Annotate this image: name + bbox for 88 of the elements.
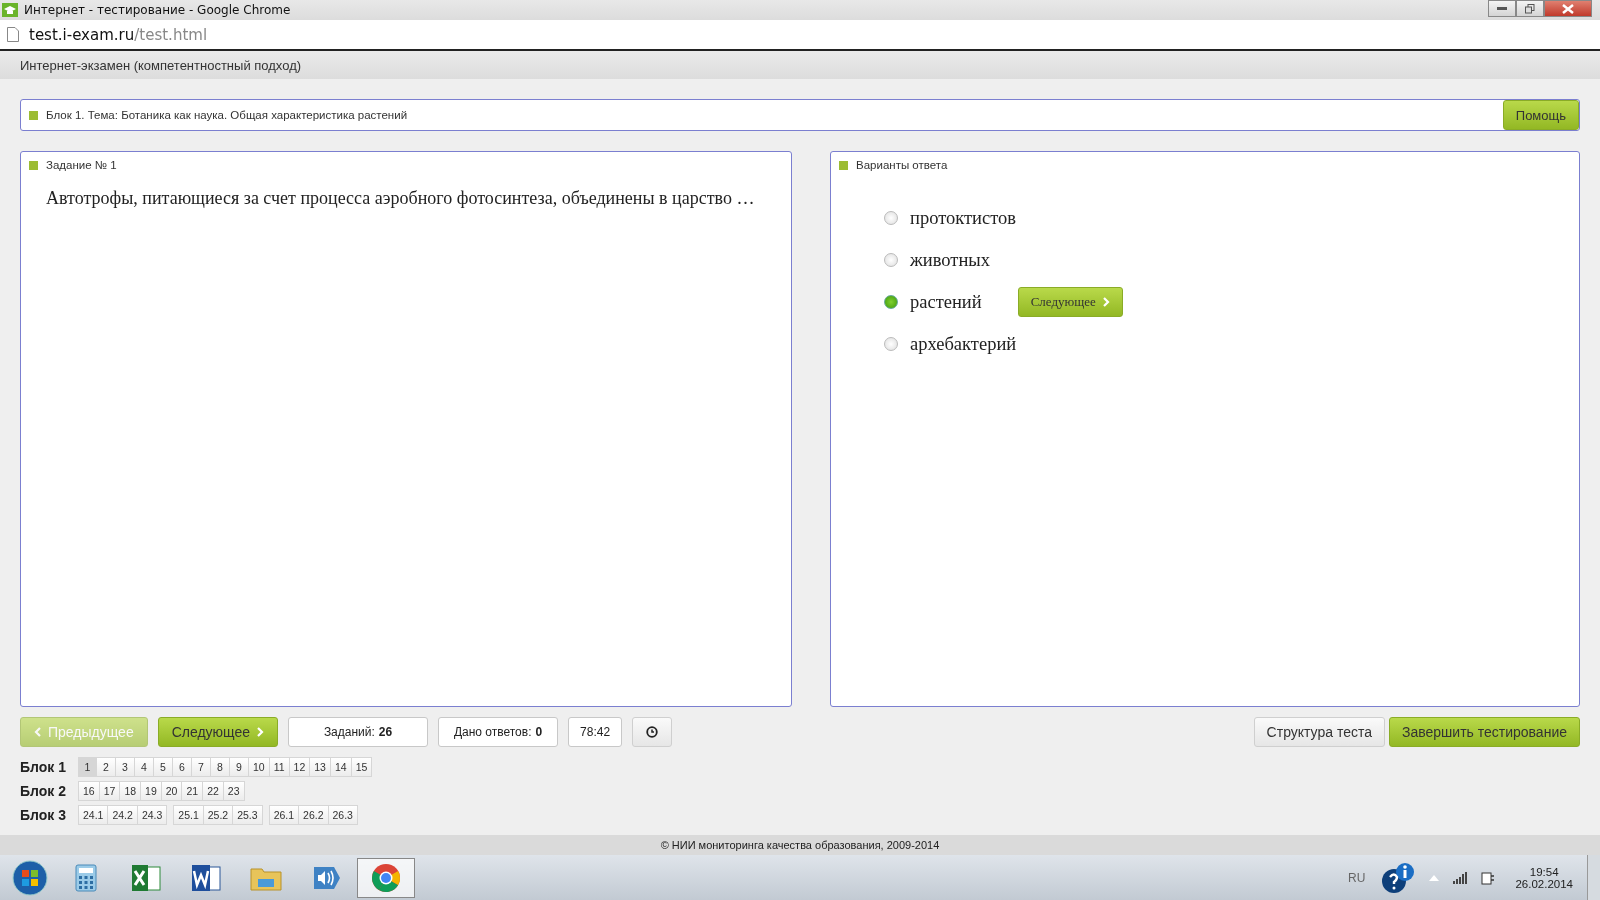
radio-button[interactable] [884, 337, 898, 351]
next-button[interactable]: Следующее [157, 717, 279, 747]
finish-button[interactable]: Завершить тестирование [1389, 717, 1580, 747]
question-number-button[interactable]: 11 [269, 757, 290, 777]
square-icon [29, 160, 38, 170]
question-number-button[interactable]: 5 [154, 757, 173, 777]
question-number-button[interactable]: 2 [97, 757, 116, 777]
block-label: Блок 1 [20, 759, 67, 775]
question-number-button[interactable]: 1 [78, 757, 97, 777]
clock-date: 26.02.2014 [1515, 877, 1573, 890]
system-clock[interactable]: 19:54 26.02.2014 [1515, 865, 1573, 890]
clock-icon [646, 726, 659, 738]
graduation-cap-icon [2, 3, 18, 17]
answer-option[interactable]: растений [910, 291, 982, 313]
document-icon [191, 863, 221, 892]
block-title: Блок 1. Тема: Ботаника как наука. Общая характеристика растений [46, 109, 408, 121]
question-number-button[interactable]: 10 [249, 757, 270, 777]
browser-icon [371, 862, 401, 893]
spreadsheet-icon [131, 863, 161, 892]
question-number-button[interactable]: 26.2 [299, 805, 329, 825]
question-number-button[interactable]: 21 [182, 781, 204, 801]
question-number-button[interactable]: 16 [78, 781, 100, 801]
answers-counter: Дано ответов: 0 [438, 717, 559, 747]
question-number-button[interactable]: 25.1 [173, 805, 204, 825]
url-text[interactable]: test.i-exam.ru/test.html [29, 25, 208, 44]
square-icon [839, 160, 848, 170]
help-button[interactable]: Помощь [1502, 100, 1579, 130]
question-number-button[interactable]: 22 [203, 781, 224, 801]
question-number-button[interactable]: 7 [192, 757, 211, 777]
page-icon [7, 27, 19, 42]
close-button[interactable] [1544, 0, 1592, 17]
clock-time: 19:54 [1529, 865, 1559, 878]
question-number-button[interactable]: 9 [230, 757, 249, 777]
question-number-button[interactable]: 13 [310, 757, 331, 777]
question-number-button[interactable]: 23 [223, 781, 245, 801]
window-title: Интернет - тестирование - Google Chrome [24, 3, 291, 17]
question-number-button[interactable]: 19 [141, 781, 162, 801]
next-button[interactable]: Следующее [1017, 287, 1123, 317]
question-number-button[interactable]: 15 [351, 757, 373, 777]
radio-button[interactable] [884, 295, 898, 309]
minimize-button[interactable] [1488, 0, 1516, 17]
question-number-button[interactable]: 17 [99, 781, 121, 801]
question-number-button[interactable]: 24.1 [78, 805, 109, 825]
question-number-button[interactable]: 6 [173, 757, 192, 777]
restore-icon [1525, 3, 1535, 14]
question-number-button[interactable]: 24.2 [108, 805, 138, 825]
question-number-button[interactable]: 26.1 [268, 805, 300, 825]
answer-option[interactable]: архебактерий [910, 333, 1017, 355]
question-number-button[interactable]: 12 [289, 757, 311, 777]
timer: 78:42 [568, 717, 623, 747]
panel-title: Варианты ответа [856, 159, 948, 171]
clock-button[interactable] [632, 717, 673, 747]
signal-icon[interactable] [1453, 871, 1468, 884]
help-info-icon[interactable] [1381, 861, 1416, 894]
question-number-button[interactable]: 24.3 [137, 805, 168, 825]
question-number-button[interactable]: 20 [161, 781, 183, 801]
question-number-button[interactable]: 25.2 [203, 805, 234, 825]
question-text: Автотрофы, питающиеся за счет процесса аэробного фотосинтеза, объединены в царство … [46, 187, 756, 210]
language-indicator[interactable]: RU [1348, 870, 1366, 885]
question-number-button[interactable]: 26.3 [328, 805, 358, 825]
question-number-button[interactable]: 14 [330, 757, 352, 777]
block-label: Блок 2 [20, 783, 67, 799]
chevron-right-icon [1102, 297, 1110, 307]
question-number-button[interactable]: 8 [211, 757, 230, 777]
tasks-counter: Заданий: 26 [288, 717, 429, 747]
radio-button[interactable] [884, 211, 898, 225]
calculator-icon [75, 863, 97, 892]
square-icon [29, 110, 38, 120]
block-label: Блок 3 [20, 807, 67, 823]
question-number-button[interactable]: 18 [120, 781, 142, 801]
chevron-left-icon [34, 727, 41, 737]
question-number-button[interactable]: 3 [116, 757, 135, 777]
question-number-button[interactable]: 25.3 [233, 805, 263, 825]
restore-button[interactable] [1516, 0, 1544, 17]
start-button[interactable] [11, 858, 49, 897]
radio-button[interactable] [884, 253, 898, 267]
minimize-icon [1497, 6, 1507, 11]
answer-option[interactable]: животных [910, 249, 990, 271]
test-structure-button[interactable]: Структура теста [1253, 717, 1385, 747]
chevron-right-icon [257, 727, 265, 737]
taskbar-button[interactable] [357, 857, 415, 898]
question-number-button[interactable]: 4 [135, 757, 154, 777]
power-plug-icon[interactable] [1481, 870, 1496, 885]
panel-title: Задание № 1 [46, 159, 117, 171]
copyright-text: © НИИ мониторинга качества образования, 2009-2014 [660, 839, 940, 851]
answer-option[interactable]: протоктистов [910, 207, 1016, 229]
close-icon [1562, 3, 1574, 14]
app-title: Интернет-экзамен (компетентностный подход) [20, 57, 302, 73]
